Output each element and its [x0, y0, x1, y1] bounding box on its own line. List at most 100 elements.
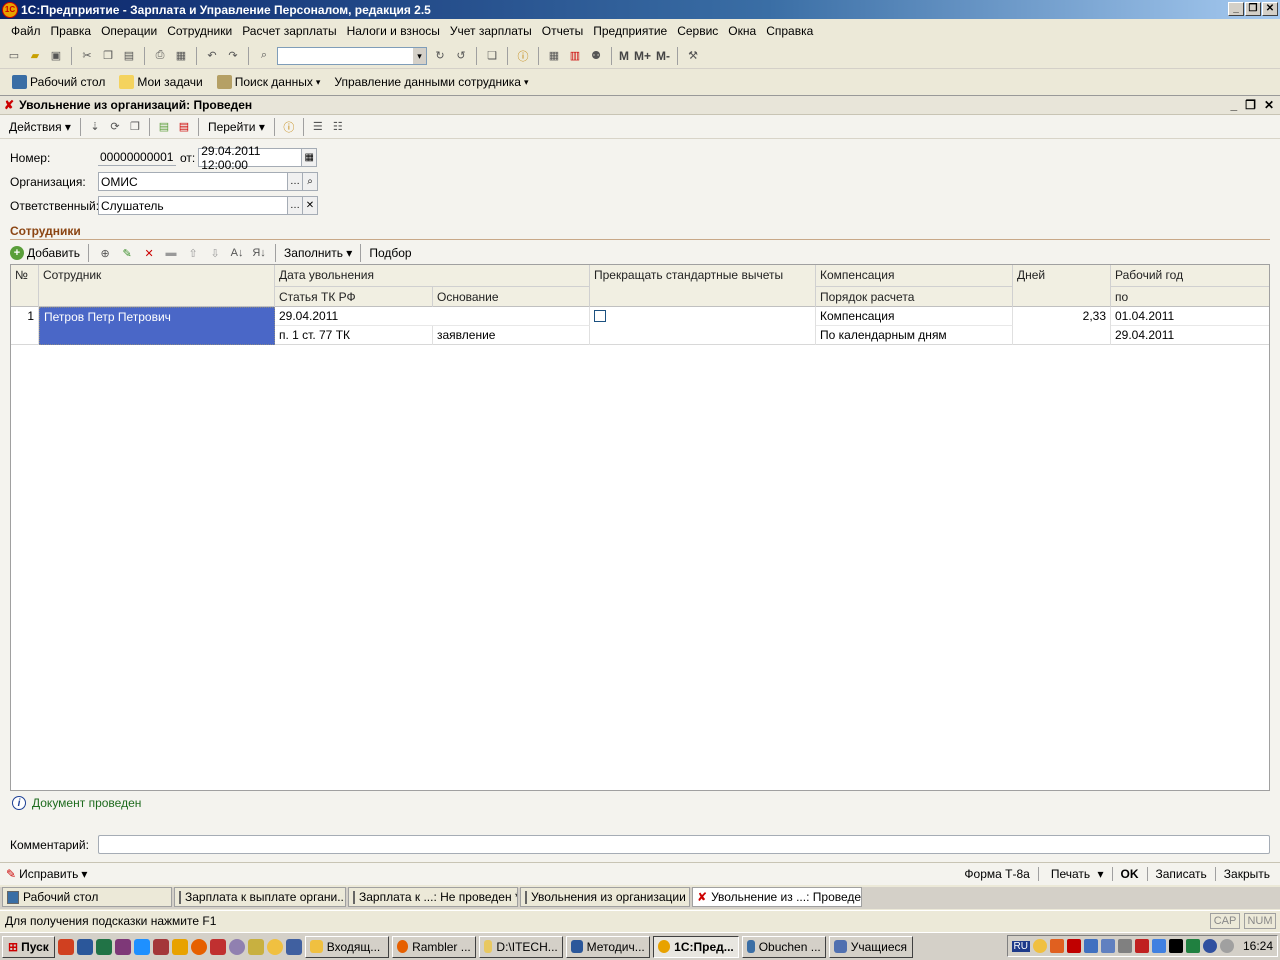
- doc-restore-button[interactable]: ❐: [1245, 98, 1256, 112]
- mem-button-m-minus[interactable]: M-: [656, 49, 670, 63]
- quicklaunch-ie-icon[interactable]: [133, 938, 150, 955]
- form-t8a-button[interactable]: Форма Т-8а: [960, 867, 1033, 881]
- row-article-cell[interactable]: п. 1 ст. 77 ТК: [275, 326, 433, 345]
- fix-menu[interactable]: ✎ Исправить ▾: [6, 867, 87, 881]
- responsible-field[interactable]: Слушатель: [98, 196, 288, 215]
- paste-icon[interactable]: ▤: [121, 48, 137, 64]
- task-rambler[interactable]: Rambler ...: [391, 935, 476, 958]
- find-next-icon[interactable]: ↻: [432, 48, 448, 64]
- refresh-icon[interactable]: ⟳: [107, 119, 123, 135]
- quicklaunch-1c-icon[interactable]: [171, 938, 188, 955]
- menu-help[interactable]: Справка: [761, 24, 818, 38]
- column-header-stop-deductions[interactable]: Прекращать стандартные вычеты: [590, 265, 816, 307]
- tab-dismissal-doc[interactable]: ✘ Увольнение из ...: Проведен: [692, 887, 862, 907]
- date-field[interactable]: 29.04.2011 12:00:00: [198, 144, 303, 172]
- row-calc-order-cell[interactable]: По календарным дням: [816, 326, 1013, 345]
- update-tray-icon[interactable]: [1202, 939, 1217, 953]
- doc-close-button[interactable]: ✕: [1264, 98, 1274, 112]
- employee-data-button[interactable]: Управление данными сотрудника ▾: [328, 75, 534, 89]
- menu-reports[interactable]: Отчеты: [537, 24, 588, 38]
- save-icon[interactable]: ▣: [48, 48, 64, 64]
- network-tray-icon[interactable]: [1083, 939, 1098, 953]
- quicklaunch-tool-icon[interactable]: [247, 938, 264, 955]
- my-tasks-button[interactable]: Мои задачи: [113, 75, 208, 89]
- quicklaunch-excel-icon[interactable]: [95, 938, 112, 955]
- number-field[interactable]: 00000000001: [98, 149, 176, 166]
- print-icon[interactable]: ⎙: [152, 48, 168, 64]
- close-button[interactable]: ✕: [1262, 2, 1278, 16]
- quicklaunch-media-icon[interactable]: [228, 938, 245, 955]
- sort-asc-icon[interactable]: A↓: [229, 245, 245, 261]
- structure-icon[interactable]: ▤: [176, 119, 192, 135]
- users-icon[interactable]: ⚉: [588, 48, 604, 64]
- calendar-picker-icon[interactable]: ▦: [302, 148, 318, 167]
- task-folder[interactable]: D:\ITECH...: [478, 935, 563, 958]
- data-search-button[interactable]: Поиск данных ▾: [211, 75, 327, 89]
- row-work-year-from-cell[interactable]: 01.04.2011: [1111, 307, 1269, 326]
- movements-icon[interactable]: ▤: [156, 119, 172, 135]
- google-tray-icon[interactable]: [1151, 939, 1166, 953]
- doc-minimize-button[interactable]: _: [1230, 98, 1237, 112]
- column-header-dismissal-date[interactable]: Дата увольнения: [275, 265, 590, 286]
- find-prev-icon[interactable]: ↺: [453, 48, 469, 64]
- list-view-icon[interactable]: ☰: [310, 119, 326, 135]
- goto-menu[interactable]: Перейти ▾: [205, 120, 268, 134]
- sort-desc-icon[interactable]: Я↓: [251, 245, 267, 261]
- edit-icon[interactable]: ✎: [119, 245, 135, 261]
- menu-employees[interactable]: Сотрудники: [162, 24, 237, 38]
- task-inbox[interactable]: Входящ...: [304, 935, 389, 958]
- tab-payroll-list[interactable]: Зарплата к выплате органи...: [174, 887, 346, 907]
- column-header-num[interactable]: №: [11, 265, 39, 307]
- row-compensation-cell[interactable]: Компенсация: [816, 307, 1013, 326]
- menu-enterprise[interactable]: Предприятие: [588, 24, 672, 38]
- open-icon[interactable]: ▰: [27, 48, 43, 64]
- quicklaunch-network-icon[interactable]: [285, 938, 302, 955]
- task-obuchen[interactable]: Obuchen ...: [741, 935, 826, 958]
- tools-icon[interactable]: ⚒: [685, 48, 701, 64]
- task-1c[interactable]: 1С:Пред...: [652, 935, 739, 958]
- tab-desktop[interactable]: Рабочий стол: [2, 887, 172, 907]
- find-icon[interactable]: ⌕: [256, 48, 272, 64]
- redo-icon[interactable]: ↷: [225, 48, 241, 64]
- search-combo[interactable]: [277, 46, 427, 65]
- quicklaunch-clock-icon[interactable]: [266, 938, 283, 955]
- move-down-icon[interactable]: ⇩: [207, 245, 223, 261]
- cut-icon[interactable]: ✂: [79, 48, 95, 64]
- minimize-button[interactable]: _: [1228, 2, 1244, 16]
- select-ellipsis-icon[interactable]: …: [288, 196, 303, 215]
- menu-service[interactable]: Сервис: [672, 24, 723, 38]
- save-button[interactable]: Записать: [1152, 867, 1211, 881]
- menu-operations[interactable]: Операции: [96, 24, 162, 38]
- close-doc-button[interactable]: Закрыть: [1220, 867, 1274, 881]
- stop-deductions-checkbox[interactable]: [594, 310, 606, 322]
- column-header-employee[interactable]: Сотрудник: [39, 265, 275, 307]
- menu-taxes[interactable]: Налоги и взносы: [342, 24, 445, 38]
- start-button[interactable]: ⊞ Пуск: [2, 935, 55, 958]
- windows-icon[interactable]: ❏: [484, 48, 500, 64]
- copy-row-icon[interactable]: ⊕: [97, 245, 113, 261]
- column-header-compensation[interactable]: Компенсация: [816, 265, 1013, 286]
- task-students[interactable]: Учащиеся: [828, 935, 913, 958]
- tab-dismissals-list[interactable]: Увольнения из организации: [520, 887, 690, 907]
- mem-button-m-plus[interactable]: M+: [634, 49, 651, 63]
- quicklaunch-firefox-icon[interactable]: [190, 938, 207, 955]
- print-menu[interactable]: Печать ▾: [1043, 867, 1108, 881]
- language-indicator[interactable]: RU: [1011, 940, 1030, 952]
- comment-input[interactable]: [98, 835, 1270, 854]
- menu-file[interactable]: Файл: [6, 24, 46, 38]
- table-row[interactable]: 1 Петров Петр Петрович 29.04.2011 п. 1 с…: [11, 307, 1269, 345]
- mem-button-m[interactable]: M: [619, 49, 629, 63]
- preview-icon[interactable]: ▦: [173, 48, 189, 64]
- actions-menu[interactable]: Действия ▾: [6, 120, 74, 134]
- settings-list-icon[interactable]: ☷: [330, 119, 346, 135]
- open-search-icon[interactable]: ⌕: [303, 172, 318, 191]
- end-edit-icon[interactable]: ▬: [163, 245, 179, 261]
- column-header-article[interactable]: Статья ТК РФ: [275, 286, 433, 307]
- organization-field[interactable]: ОМИС: [98, 172, 288, 191]
- calculator-icon[interactable]: ▦: [546, 48, 562, 64]
- post-icon[interactable]: ⇣: [87, 119, 103, 135]
- delete-icon[interactable]: ✕: [141, 245, 157, 261]
- e-tray-icon[interactable]: [1168, 939, 1183, 953]
- menu-payroll[interactable]: Расчет зарплаты: [237, 24, 341, 38]
- row-dismissal-date-cell[interactable]: 29.04.2011: [275, 307, 590, 326]
